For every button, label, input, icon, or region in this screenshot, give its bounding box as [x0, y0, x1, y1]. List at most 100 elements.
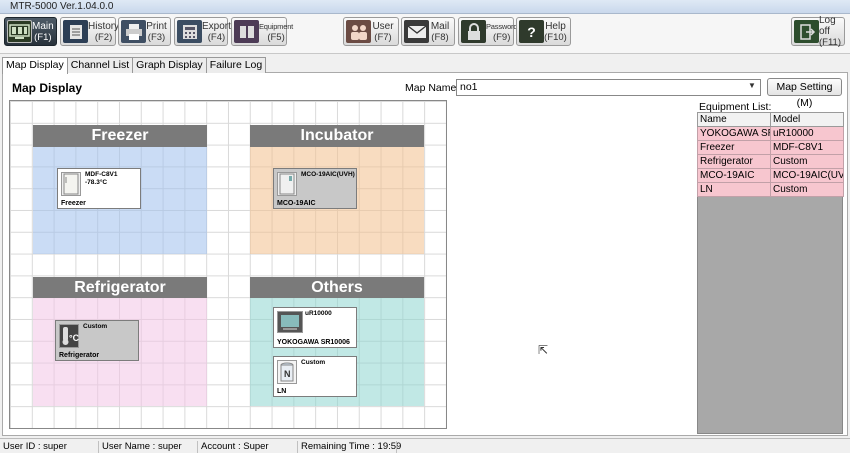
logoff-button-key: (F11)	[819, 37, 841, 48]
equipment-table: Name Model YOKOGAWA SR uR10000 Freezer M…	[697, 112, 844, 197]
user-button-label: User	[372, 20, 394, 32]
cell-name: YOKOGAWA SR	[697, 126, 771, 141]
help-button-key: (F10)	[544, 31, 567, 43]
tab-channel-list[interactable]: Channel List	[66, 57, 134, 73]
tab-bar: Map Display Channel List Graph Display F…	[2, 57, 267, 74]
status-remaining-time: Remaining Time : 19:59	[297, 441, 401, 453]
cell-model: uR10000	[770, 126, 844, 141]
device-temperature: -78.3°C	[85, 179, 108, 186]
main-button-key: (F1)	[34, 31, 52, 43]
print-button-label: Print	[146, 20, 167, 32]
monitor-icon	[7, 20, 32, 43]
device-freezer[interactable]: MDF-C8V1 -78.3°C Freezer	[57, 168, 141, 209]
table-header-row: Name Model	[697, 112, 844, 127]
device-model: Custom	[83, 323, 108, 330]
tab-map-display[interactable]: Map Display	[2, 57, 68, 74]
status-bar: User ID : super User Name : super Accoun…	[0, 438, 850, 453]
n-badge: N	[284, 369, 291, 379]
table-row[interactable]: MCO-19AIC MCO-19AIC(UVH	[697, 168, 844, 183]
export-calculator-icon	[177, 20, 202, 43]
column-header-model[interactable]: Model	[770, 112, 844, 127]
device-model: uR10000	[305, 310, 332, 317]
help-icon: ?	[519, 20, 544, 43]
mail-button-key: (F8)	[431, 31, 449, 43]
lock-icon	[461, 20, 486, 43]
history-button-label: History	[88, 20, 120, 32]
status-user-id: User ID : super	[3, 441, 67, 452]
device-model: Custom	[301, 359, 326, 366]
main-button-label: Main	[32, 20, 54, 32]
zone-others-title: Others	[250, 277, 424, 298]
equipment-button[interactable]: Equipment (F5)	[231, 17, 293, 46]
tab-graph-display[interactable]: Graph Display	[132, 57, 207, 73]
user-button[interactable]: User (F7)	[343, 17, 399, 46]
export-button[interactable]: Export (F4)	[174, 17, 231, 46]
celsius-badge: °C	[69, 333, 80, 343]
map-name-label: Map Name:	[405, 82, 460, 94]
help-button-label: Help	[545, 20, 566, 32]
password-button[interactable]: Password (F9)	[458, 17, 518, 46]
table-row[interactable]: YOKOGAWA SR uR10000	[697, 126, 844, 141]
cell-model: MDF-C8V1	[770, 140, 844, 155]
history-button-key: (F2)	[94, 31, 113, 43]
status-user-name: User Name : super	[98, 441, 182, 453]
device-refrigerator[interactable]: °C Custom Refrigerator	[55, 320, 139, 361]
zone-refrigerator-title: Refrigerator	[33, 277, 207, 298]
help-button[interactable]: ? Help (F10)	[516, 17, 571, 46]
table-row[interactable]: LN Custom	[697, 182, 844, 197]
history-button[interactable]: History (F2)	[60, 17, 120, 46]
map-name-select[interactable]: no1 ▼	[456, 79, 761, 96]
equipment-button-key: (F5)	[267, 31, 285, 43]
history-book-icon	[63, 20, 88, 43]
zone-incubator-title: Incubator	[250, 125, 424, 147]
device-incubator[interactable]: MCO-19AIC(UVH) MCO-19AIC	[273, 168, 357, 209]
cell-name: LN	[697, 182, 771, 197]
password-button-label: Password	[486, 21, 518, 31]
export-button-key: (F4)	[207, 31, 226, 43]
freezer-icon	[61, 172, 81, 196]
logoff-icon	[794, 20, 819, 43]
device-name: LN	[277, 388, 287, 395]
mail-button-label: Mail	[430, 20, 450, 32]
status-account: Account : Super	[197, 441, 269, 453]
device-model: MDF-C8V1	[85, 171, 118, 178]
logoff-button[interactable]: Log off (F11)	[791, 15, 845, 48]
incubator-icon	[277, 172, 297, 196]
device-model: MCO-19AIC(UVH)	[301, 171, 355, 178]
print-button-key: (F3)	[147, 31, 166, 43]
printer-icon	[121, 20, 146, 43]
print-button[interactable]: Print (F3)	[118, 17, 171, 46]
table-row[interactable]: Refrigerator Custom	[697, 154, 844, 169]
password-button-key: (F9)	[492, 31, 511, 43]
zone-freezer-title: Freezer	[33, 125, 207, 147]
equipment-icon	[234, 20, 259, 43]
column-header-name[interactable]: Name	[697, 112, 771, 127]
device-name: YOKOGAWA SR10006	[277, 339, 350, 346]
map-canvas[interactable]: Freezer Incubator Refrigerator Others MD…	[9, 100, 447, 429]
equipment-button-label: Equipment	[259, 21, 294, 31]
cell-name: Freezer	[697, 140, 771, 155]
users-icon	[346, 20, 371, 43]
device-recorder[interactable]: uR10000 YOKOGAWA SR10006	[273, 307, 357, 348]
mail-icon	[404, 20, 429, 43]
mail-button[interactable]: Mail (F8)	[401, 17, 455, 46]
recorder-icon	[277, 311, 303, 333]
toolbar: Main (F1) History (F2) Print (F3) Export (F4…	[0, 14, 850, 54]
table-row[interactable]: Freezer MDF-C8V1	[697, 140, 844, 155]
device-name: Freezer	[61, 200, 86, 207]
ln-tank-icon: N	[277, 360, 297, 384]
logoff-button-label: Log off	[819, 15, 836, 37]
device-ln[interactable]: N Custom LN	[273, 356, 357, 397]
cell-model: Custom	[770, 154, 844, 169]
window-title: MTR-5000 Ver.1.04.0.0	[10, 1, 114, 12]
device-name: MCO-19AIC	[277, 200, 316, 207]
map-setting-button[interactable]: Map Setting (M)	[767, 78, 842, 109]
title-bar: MTR-5000 Ver.1.04.0.0	[0, 0, 850, 14]
cell-model: MCO-19AIC(UVH	[770, 168, 844, 183]
user-button-key: (F7)	[374, 31, 392, 43]
main-button[interactable]: Main (F1)	[4, 17, 57, 46]
chevron-down-icon[interactable]: ▼	[746, 81, 758, 94]
tab-failure-log[interactable]: Failure Log	[205, 57, 267, 73]
status-empty-cell	[396, 441, 848, 453]
mouse-cursor-icon: ⇱	[538, 343, 549, 357]
